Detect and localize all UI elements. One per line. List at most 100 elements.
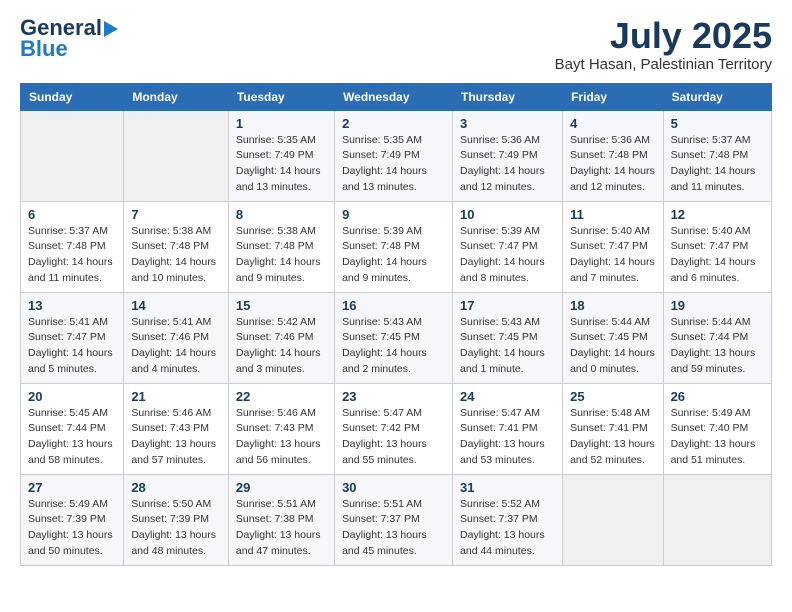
day-cell: 28 Sunrise: 5:50 AMSunset: 7:39 PMDayligh… [124,474,229,565]
day-cell: 15 Sunrise: 5:42 AMSunset: 7:46 PMDayligh… [228,292,334,383]
day-info: Sunrise: 5:50 AMSunset: 7:39 PMDaylight:… [131,497,221,560]
day-info: Sunrise: 5:37 AMSunset: 7:48 PMDaylight:… [671,133,764,196]
day-info: Sunrise: 5:39 AMSunset: 7:47 PMDaylight:… [460,224,555,287]
header-cell-friday: Friday [563,83,663,110]
day-number: 4 [570,116,655,131]
day-info: Sunrise: 5:49 AMSunset: 7:39 PMDaylight:… [28,497,116,560]
day-info: Sunrise: 5:35 AMSunset: 7:49 PMDaylight:… [342,133,445,196]
week-row-3: 13 Sunrise: 5:41 AMSunset: 7:47 PMDayligh… [21,292,772,383]
day-info: Sunrise: 5:43 AMSunset: 7:45 PMDaylight:… [342,315,445,378]
day-info: Sunrise: 5:39 AMSunset: 7:48 PMDaylight:… [342,224,445,287]
day-cell: 10 Sunrise: 5:39 AMSunset: 7:47 PMDayligh… [453,201,563,292]
day-info: Sunrise: 5:46 AMSunset: 7:43 PMDaylight:… [131,406,221,469]
day-cell: 8 Sunrise: 5:38 AMSunset: 7:48 PMDaylight… [228,201,334,292]
day-number: 10 [460,207,555,222]
day-number: 15 [236,298,327,313]
day-number: 31 [460,480,555,495]
day-cell: 11 Sunrise: 5:40 AMSunset: 7:47 PMDayligh… [563,201,663,292]
day-info: Sunrise: 5:37 AMSunset: 7:48 PMDaylight:… [28,224,116,287]
day-number: 11 [570,207,655,222]
day-cell: 12 Sunrise: 5:40 AMSunset: 7:47 PMDayligh… [663,201,771,292]
day-number: 8 [236,207,327,222]
day-info: Sunrise: 5:35 AMSunset: 7:49 PMDaylight:… [236,133,327,196]
day-number: 12 [671,207,764,222]
week-row-5: 27Sunrise: 5:49 AMSunset: 7:39 PMDayligh… [21,474,772,565]
logo: General Blue [20,16,118,62]
header-row: SundayMondayTuesdayWednesdayThursdayFrid… [21,83,772,110]
day-cell [124,110,229,201]
week-row-4: 20 Sunrise: 5:45 AMSunset: 7:44 PMDayligh… [21,383,772,474]
day-info: Sunrise: 5:51 AMSunset: 7:38 PMDaylight:… [236,497,327,560]
day-cell: 21 Sunrise: 5:46 AMSunset: 7:43 PMDayligh… [124,383,229,474]
day-info: Sunrise: 5:47 AMSunset: 7:42 PMDaylight:… [342,406,445,469]
day-number: 20 [28,389,116,404]
week-row-1: 1Sunrise: 5:35 AMSunset: 7:49 PMDaylight… [21,110,772,201]
header-cell-saturday: Saturday [663,83,771,110]
header-cell-monday: Monday [124,83,229,110]
header-cell-sunday: Sunday [21,83,124,110]
day-info: Sunrise: 5:36 AMSunset: 7:49 PMDaylight:… [460,133,555,196]
day-cell: 19Sunrise: 5:44 AMSunset: 7:44 PMDayligh… [663,292,771,383]
day-cell: 16 Sunrise: 5:43 AMSunset: 7:45 PMDayligh… [335,292,453,383]
day-cell: 7Sunrise: 5:38 AMSunset: 7:48 PMDaylight… [124,201,229,292]
day-number: 14 [131,298,221,313]
page-header: General Blue July 2025 Bayt Hasan, Pales… [20,16,772,73]
calendar-body: 1Sunrise: 5:35 AMSunset: 7:49 PMDaylight… [21,110,772,565]
day-info: Sunrise: 5:41 AMSunset: 7:46 PMDaylight:… [131,315,221,378]
title-block: July 2025 Bayt Hasan, Palestinian Territ… [555,16,772,73]
day-number: 13 [28,298,116,313]
header-cell-wednesday: Wednesday [335,83,453,110]
day-number: 17 [460,298,555,313]
day-number: 6 [28,207,116,222]
day-info: Sunrise: 5:45 AMSunset: 7:44 PMDaylight:… [28,406,116,469]
day-number: 16 [342,298,445,313]
day-info: Sunrise: 5:51 AMSunset: 7:37 PMDaylight:… [342,497,445,560]
day-info: Sunrise: 5:47 AMSunset: 7:41 PMDaylight:… [460,406,555,469]
day-cell: 31 Sunrise: 5:52 AMSunset: 7:37 PMDayligh… [453,474,563,565]
day-cell [21,110,124,201]
week-row-2: 6 Sunrise: 5:37 AMSunset: 7:48 PMDaylight… [21,201,772,292]
day-cell: 3Sunrise: 5:36 AMSunset: 7:49 PMDaylight… [453,110,563,201]
day-cell: 9Sunrise: 5:39 AMSunset: 7:48 PMDaylight… [335,201,453,292]
logo-blue: Blue [20,36,68,62]
day-info: Sunrise: 5:43 AMSunset: 7:45 PMDaylight:… [460,315,555,378]
day-number: 2 [342,116,445,131]
day-cell: 29Sunrise: 5:51 AMSunset: 7:38 PMDayligh… [228,474,334,565]
day-cell: 13 Sunrise: 5:41 AMSunset: 7:47 PMDayligh… [21,292,124,383]
day-info: Sunrise: 5:41 AMSunset: 7:47 PMDaylight:… [28,315,116,378]
day-cell: 6 Sunrise: 5:37 AMSunset: 7:48 PMDaylight… [21,201,124,292]
day-info: Sunrise: 5:49 AMSunset: 7:40 PMDaylight:… [671,406,764,469]
day-info: Sunrise: 5:40 AMSunset: 7:47 PMDaylight:… [570,224,655,287]
day-number: 28 [131,480,221,495]
header-cell-tuesday: Tuesday [228,83,334,110]
day-number: 19 [671,298,764,313]
day-info: Sunrise: 5:44 AMSunset: 7:45 PMDaylight:… [570,315,655,378]
day-cell: 27Sunrise: 5:49 AMSunset: 7:39 PMDayligh… [21,474,124,565]
header-cell-thursday: Thursday [453,83,563,110]
day-info: Sunrise: 5:40 AMSunset: 7:47 PMDaylight:… [671,224,764,287]
day-cell: 5 Sunrise: 5:37 AMSunset: 7:48 PMDaylight… [663,110,771,201]
day-number: 23 [342,389,445,404]
day-cell [663,474,771,565]
day-cell: 4 Sunrise: 5:36 AMSunset: 7:48 PMDaylight… [563,110,663,201]
day-info: Sunrise: 5:38 AMSunset: 7:48 PMDaylight:… [236,224,327,287]
day-cell: 18 Sunrise: 5:44 AMSunset: 7:45 PMDayligh… [563,292,663,383]
day-cell: 26Sunrise: 5:49 AMSunset: 7:40 PMDayligh… [663,383,771,474]
day-number: 18 [570,298,655,313]
day-info: Sunrise: 5:42 AMSunset: 7:46 PMDaylight:… [236,315,327,378]
day-number: 22 [236,389,327,404]
month-title: July 2025 [555,16,772,56]
day-cell: 25Sunrise: 5:48 AMSunset: 7:41 PMDayligh… [563,383,663,474]
day-cell: 20 Sunrise: 5:45 AMSunset: 7:44 PMDayligh… [21,383,124,474]
day-cell [563,474,663,565]
day-info: Sunrise: 5:36 AMSunset: 7:48 PMDaylight:… [570,133,655,196]
day-number: 24 [460,389,555,404]
day-info: Sunrise: 5:46 AMSunset: 7:43 PMDaylight:… [236,406,327,469]
day-info: Sunrise: 5:52 AMSunset: 7:37 PMDaylight:… [460,497,555,560]
day-number: 21 [131,389,221,404]
day-cell: 2 Sunrise: 5:35 AMSunset: 7:49 PMDaylight… [335,110,453,201]
day-cell: 14 Sunrise: 5:41 AMSunset: 7:46 PMDayligh… [124,292,229,383]
day-cell: 1Sunrise: 5:35 AMSunset: 7:49 PMDaylight… [228,110,334,201]
day-number: 5 [671,116,764,131]
day-info: Sunrise: 5:38 AMSunset: 7:48 PMDaylight:… [131,224,221,287]
